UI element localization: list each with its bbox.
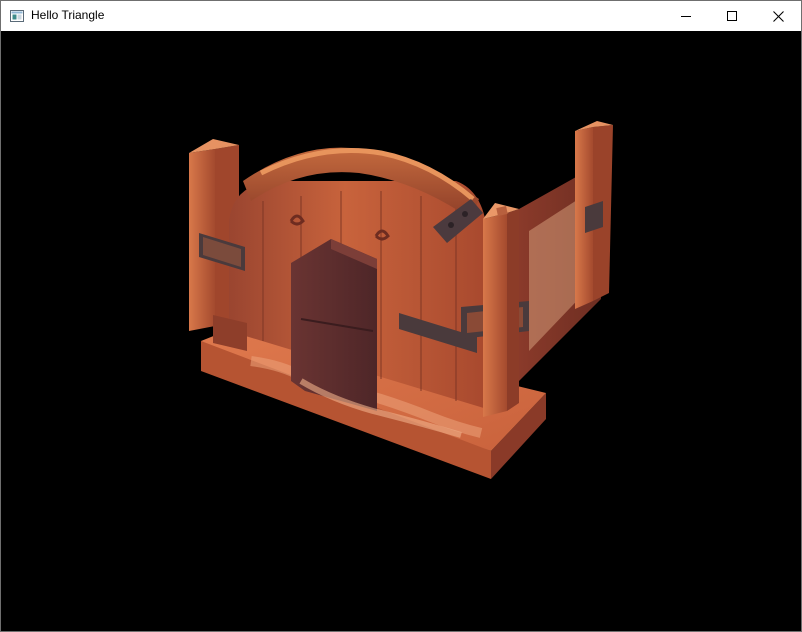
close-button[interactable] [755, 1, 801, 31]
maximize-button[interactable] [709, 1, 755, 31]
app-window: Hello Triangle [0, 0, 802, 632]
maximize-icon [727, 11, 737, 21]
title-bar[interactable]: Hello Triangle [1, 1, 801, 31]
rendered-wooden-house [189, 121, 613, 479]
render-viewport[interactable] [1, 31, 801, 631]
app-window-icon [10, 9, 24, 22]
window-title: Hello Triangle [31, 8, 105, 22]
close-icon [772, 10, 784, 22]
minimize-button[interactable] [663, 1, 709, 31]
minimize-icon [681, 11, 691, 21]
